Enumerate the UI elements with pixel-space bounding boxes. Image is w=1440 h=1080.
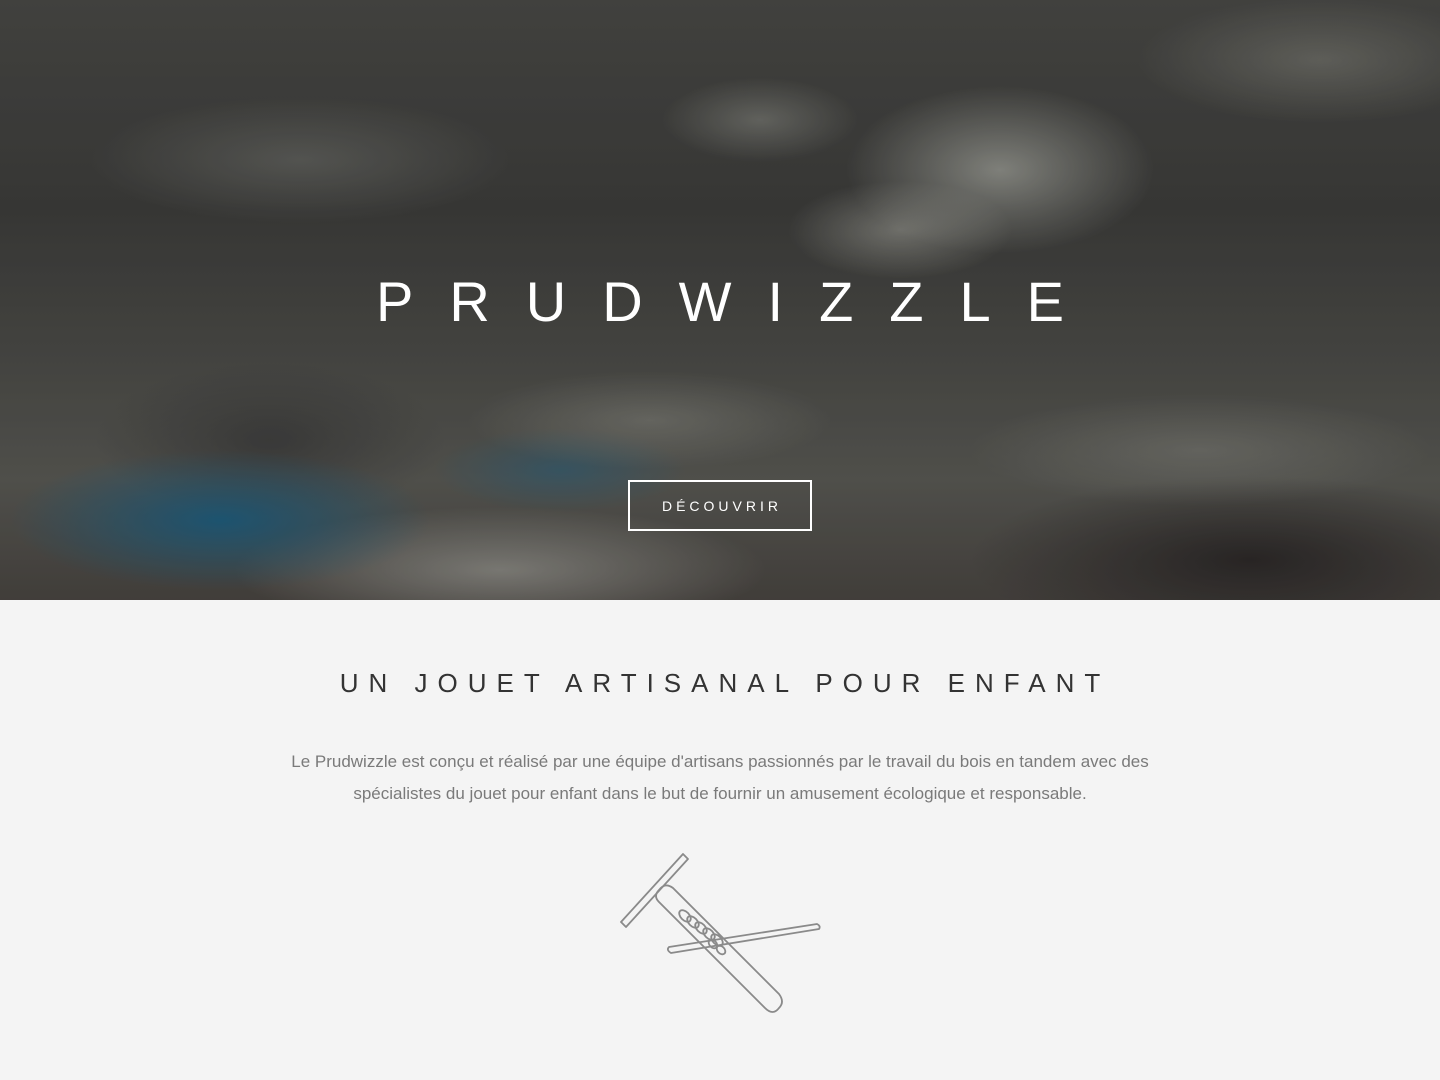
wooden-toy-icon: [620, 853, 821, 1013]
hero-section: PRUDWIZZLE DÉCOUVRIR: [0, 0, 1440, 600]
about-section: UN JOUET ARTISANAL POUR ENFANT Le Prudwi…: [0, 600, 1440, 1080]
about-text: Le Prudwizzle est conçu et réalisé par u…: [291, 752, 1149, 803]
about-heading: UN JOUET ARTISANAL POUR ENFANT: [339, 668, 1111, 698]
discover-button[interactable]: DÉCOUVRIR: [628, 480, 812, 531]
hero-title: PRUDWIZZLE: [376, 270, 1100, 333]
